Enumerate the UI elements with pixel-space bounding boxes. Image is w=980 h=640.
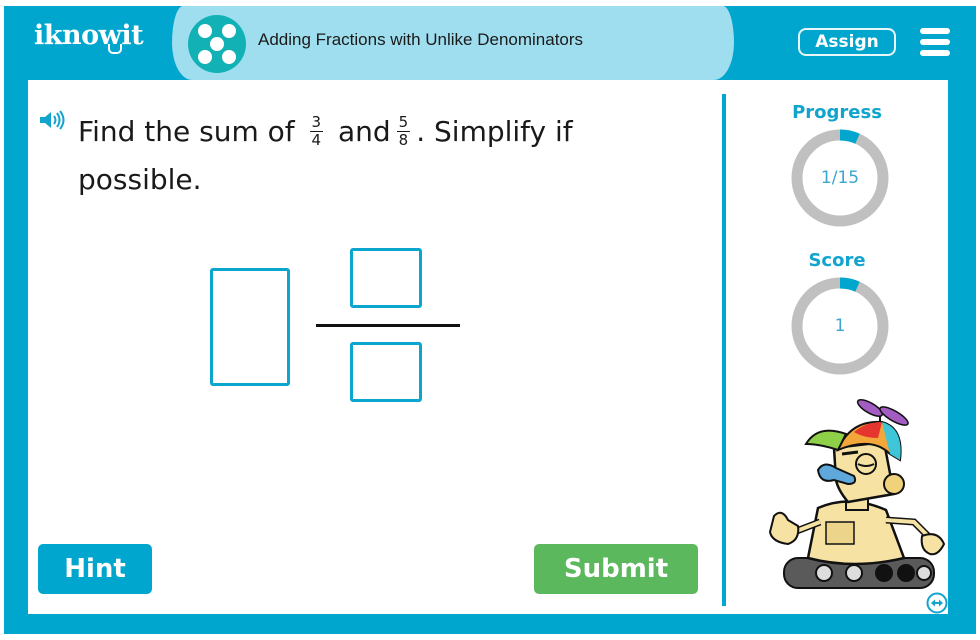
panel-divider bbox=[722, 94, 726, 606]
robot-mascot bbox=[754, 398, 946, 594]
speaker-icon[interactable] bbox=[38, 110, 68, 130]
denominator-input[interactable] bbox=[350, 342, 422, 402]
score-ring: 1 bbox=[790, 276, 890, 376]
progress-label: Progress bbox=[792, 102, 882, 123]
hint-button[interactable]: Hint bbox=[38, 544, 152, 594]
fraction-three-fourths: 3 4 bbox=[309, 112, 324, 149]
question-middle: and bbox=[337, 115, 391, 148]
whole-number-input[interactable] bbox=[210, 268, 290, 386]
question-prefix: Find the sum of bbox=[78, 115, 295, 148]
score-value: 1 bbox=[834, 316, 846, 336]
header: iknowit Adding Fractions with Unlike Den… bbox=[4, 6, 976, 80]
submit-button[interactable]: Submit bbox=[534, 544, 698, 594]
fraction-five-eighths: 5 8 bbox=[396, 112, 411, 149]
score-label: Score bbox=[808, 250, 866, 271]
fraction-bar bbox=[316, 324, 460, 327]
expand-horizontal-icon[interactable] bbox=[926, 592, 948, 614]
fraction1-denominator: 4 bbox=[311, 130, 322, 149]
lesson-title: Adding Fractions with Unlike Denominator… bbox=[258, 30, 584, 49]
question-text: Find the sum of 3 4 and 5 8 . Simplify i… bbox=[78, 108, 678, 204]
logo-text: iknowit bbox=[34, 20, 144, 51]
question-panel: Find the sum of 3 4 and 5 8 . Simplify i… bbox=[28, 80, 948, 614]
numerator-input[interactable] bbox=[350, 248, 422, 308]
fraction1-numerator: 3 bbox=[309, 112, 324, 132]
progress-ring: 1/15 bbox=[790, 128, 890, 228]
progress-value: 1/15 bbox=[820, 168, 860, 188]
lightbulb-icon bbox=[108, 44, 122, 54]
iknowit-logo[interactable]: iknowit bbox=[34, 20, 144, 51]
assign-button[interactable]: Assign bbox=[798, 28, 896, 56]
title-banner: Adding Fractions with Unlike Denominator… bbox=[172, 6, 734, 80]
fraction2-numerator: 5 bbox=[396, 112, 411, 132]
five-dots-icon bbox=[188, 15, 246, 73]
fraction2-denominator: 8 bbox=[398, 130, 409, 149]
app-frame: iknowit Adding Fractions with Unlike Den… bbox=[4, 6, 976, 634]
hamburger-menu-icon[interactable] bbox=[920, 28, 950, 56]
